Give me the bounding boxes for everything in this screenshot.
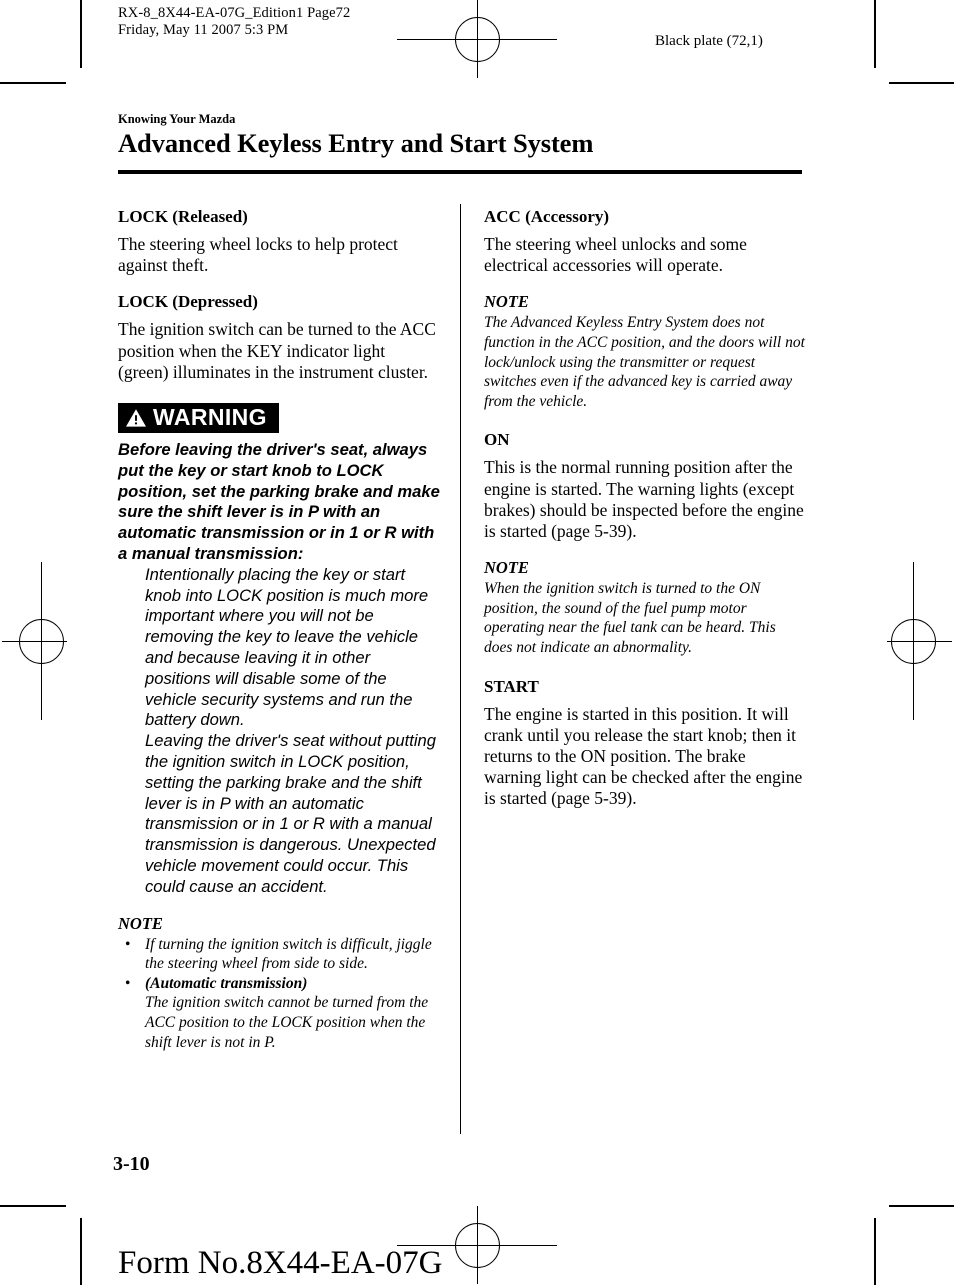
- text-acc: The steering wheel unlocks and some elec…: [484, 234, 747, 276]
- text-lock-depressed: The ignition switch can be turned to the…: [118, 319, 436, 382]
- bullet-icon: •: [125, 935, 131, 953]
- note-label-on: NOTE: [484, 558, 529, 578]
- note-label-left: NOTE: [118, 913, 163, 933]
- document-id-line-1: RX-8_8X44-EA-07G_Edition1 Page72: [118, 5, 351, 21]
- note-text-acc: The Advanced Keyless Entry System does n…: [484, 314, 805, 410]
- right-column: ACC (Accessory) The steering wheel unloc…: [484, 207, 806, 826]
- note-label-acc: NOTE: [484, 292, 529, 312]
- crop-mark-bottom-left-vertical: [80, 1218, 82, 1285]
- text-start: The engine is started in this position. …: [484, 703, 803, 809]
- text-on: This is the normal running position afte…: [484, 457, 804, 541]
- list-item: • If turning the ignition switch is diff…: [118, 935, 440, 974]
- registration-mark-left: [0, 562, 82, 720]
- registration-mark-right: [872, 562, 954, 720]
- text-lock-released: The steering wheel locks to help protect…: [118, 234, 398, 276]
- note-item-text-2: The ignition switch cannot be turned fro…: [145, 994, 429, 1051]
- document-id-line-2: Friday, May 11 2007 5:3 PM: [118, 22, 289, 38]
- crop-mark-bottom-right-horizontal: [889, 1205, 954, 1207]
- note-item-text-1: If turning the ignition switch is diffic…: [145, 935, 432, 973]
- crop-mark-top-left-horizontal: [0, 82, 66, 84]
- title-rule: [118, 170, 802, 174]
- heading-lock-released: LOCK (Released): [118, 207, 248, 226]
- document-id: RX-8_8X44-EA-07G_Edition1 Page72 Friday,…: [118, 5, 350, 39]
- section-eyebrow: Knowing Your Mazda: [118, 112, 236, 126]
- warning-lead-text: Before leaving the driver's seat, always…: [118, 440, 440, 563]
- heading-acc: ACC (Accessory): [484, 207, 610, 226]
- crop-mark-bottom-left-horizontal: [0, 1205, 66, 1207]
- form-number: Form No.8X44-EA-07G: [118, 1245, 443, 1281]
- crop-mark-top-right-horizontal: [889, 82, 954, 84]
- black-plate-label: Black plate (72,1): [655, 33, 763, 49]
- page-title: Advanced Keyless Entry and Start System: [118, 128, 594, 158]
- warning-label: WARNING: [153, 404, 267, 431]
- warning-sub-text-1: Intentionally placing the key or start k…: [145, 564, 429, 730]
- crop-mark-bottom-right-vertical: [874, 1218, 876, 1285]
- column-divider: [460, 204, 461, 1134]
- list-item: • (Automatic transmission) The ignition …: [118, 974, 440, 1052]
- warning-banner: WARNING: [118, 403, 279, 434]
- heading-on: ON: [484, 430, 510, 450]
- warning-sub-text-2: Leaving the driver's seat without puttin…: [145, 731, 436, 896]
- left-column: LOCK (Released) The steering wheel locks…: [118, 207, 440, 1052]
- note-item-emphasis-2: (Automatic transmission): [145, 974, 308, 992]
- heading-lock-depressed: LOCK (Depressed): [118, 292, 258, 312]
- note-bullet-list: • If turning the ignition switch is diff…: [118, 935, 440, 1053]
- warning-triangle-icon: [126, 408, 146, 427]
- heading-start: START: [484, 676, 539, 696]
- page-number: 3-10: [113, 1153, 150, 1175]
- bullet-icon: •: [125, 974, 131, 992]
- note-text-on: When the ignition switch is turned to th…: [484, 580, 776, 656]
- print-header: RX-8_8X44-EA-07G_Edition1 Page72 Friday,…: [0, 0, 954, 82]
- page-title-block: Knowing Your Mazda Advanced Keyless Entr…: [118, 112, 802, 158]
